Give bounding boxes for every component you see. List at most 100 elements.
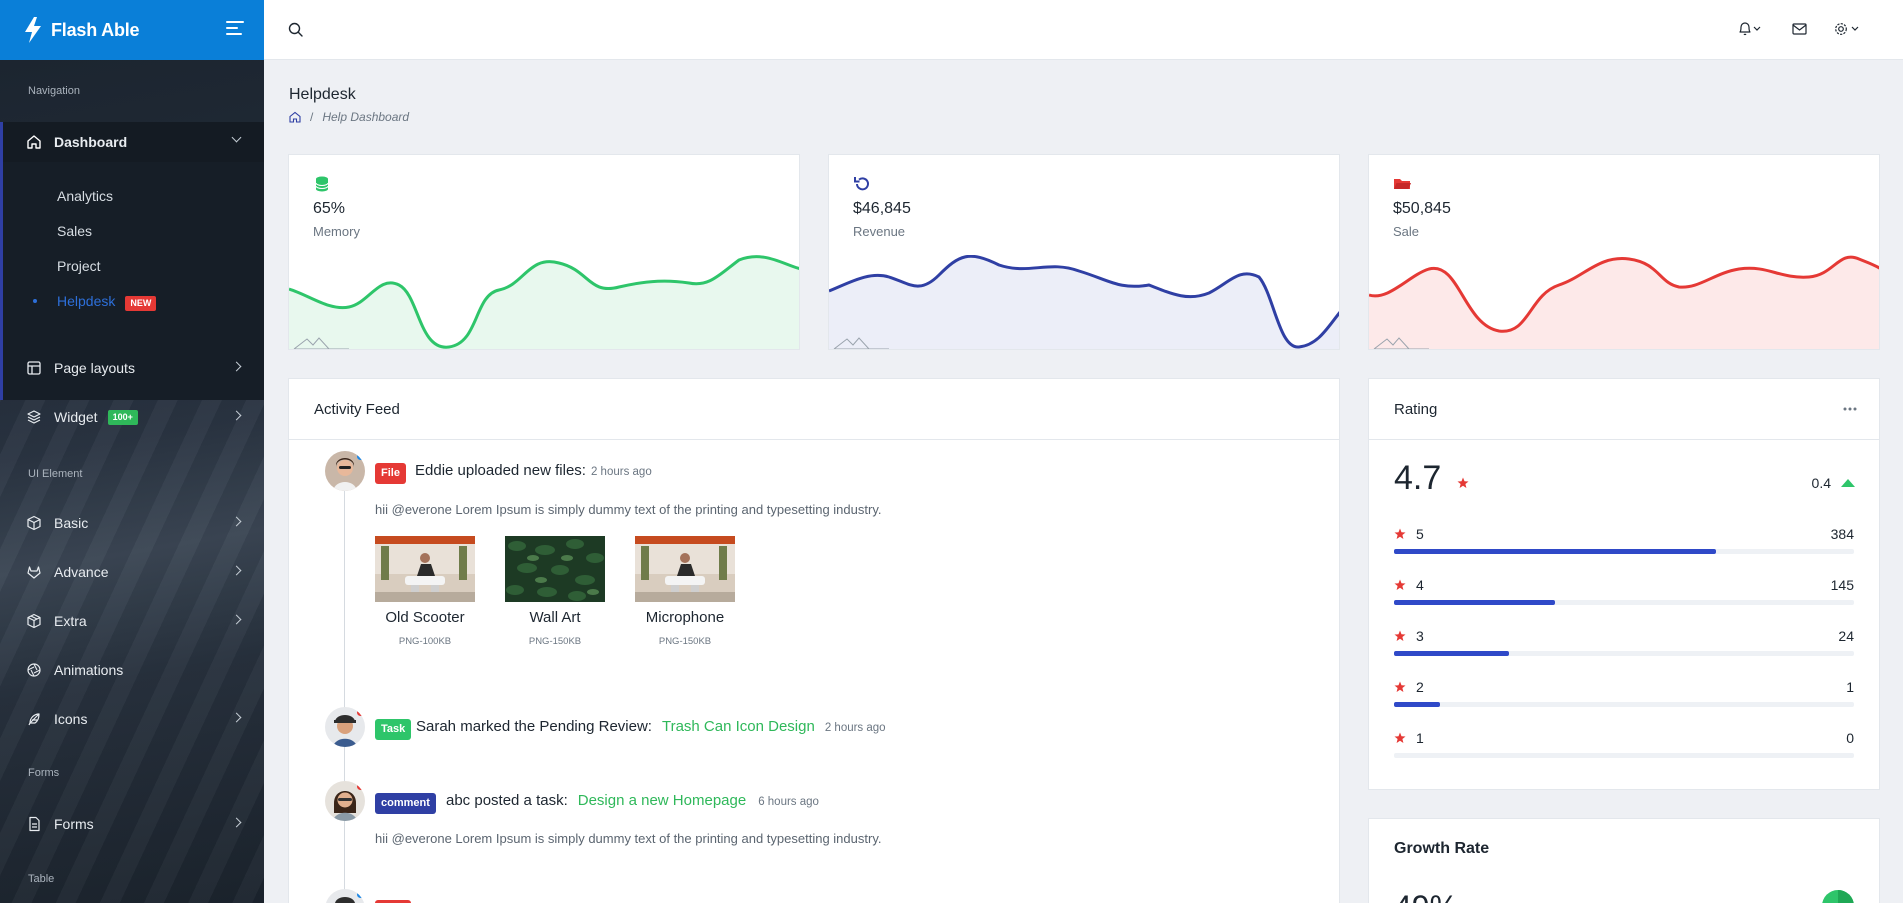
stat-label: Sale: [1393, 224, 1420, 239]
feed-entry-link[interactable]: Trash Can Icon Design: [662, 718, 815, 735]
submenu-item-sales[interactable]: Sales: [57, 223, 92, 239]
rating-bar-fill: [1394, 600, 1555, 605]
file-thumbnail-old-scooter[interactable]: [375, 536, 475, 602]
sidebar-item-label: Advance: [54, 564, 109, 580]
rating-score-value: 4.7: [1394, 459, 1442, 497]
brand-name: Flash Able: [51, 19, 140, 40]
sidebar-item-label: Widget: [54, 409, 98, 425]
feed-entry-body: hii @everone Lorem Ipsum is simply dummy…: [375, 831, 882, 846]
chevron-right-icon: [231, 410, 242, 421]
star-icon: [1394, 579, 1406, 590]
folder-icon: [1394, 179, 1411, 189]
bell-icon[interactable]: [1737, 20, 1765, 38]
chevron-right-icon: [231, 361, 242, 372]
chevron-right-icon: [231, 516, 242, 527]
sidebar-item-dashboard[interactable]: Dashboard: [0, 122, 264, 162]
card-title: Rating: [1369, 379, 1879, 440]
home-icon[interactable]: [289, 111, 301, 123]
rating-count: 145: [1830, 577, 1854, 593]
submenu-item-analytics[interactable]: Analytics: [57, 188, 113, 204]
sidebar-item-label: Page layouts: [54, 360, 135, 376]
feather-icon: [28, 713, 40, 726]
rating-bar-track: [1394, 600, 1854, 605]
star-icon: [1457, 477, 1469, 488]
layout-icon: [27, 361, 41, 375]
stat-value: $46,845: [853, 200, 911, 217]
sidebar-item-widget[interactable]: Widget 100+: [0, 397, 264, 437]
layers-icon: [27, 410, 41, 424]
rating-change: 0.4: [1812, 475, 1855, 491]
sidebar-item-advance[interactable]: Advance: [0, 552, 264, 592]
file-thumbnail-microphone[interactable]: [635, 536, 735, 602]
file-name: Microphone: [645, 609, 725, 626]
sidebar-item-page-layouts[interactable]: Page layouts: [0, 348, 264, 388]
card-title: Growth Rate: [1394, 840, 1490, 857]
more-horizontal-icon[interactable]: [1843, 406, 1857, 412]
sidebar-item-label: Basic: [54, 515, 89, 531]
nav-caption-forms: Forms: [28, 767, 60, 779]
active-dot-icon: [33, 299, 37, 303]
sale-sparkline: [1369, 255, 1879, 349]
nav-caption-table: Table: [28, 873, 55, 885]
submenu-item-helpdesk[interactable]: Helpdesk NEW: [57, 293, 157, 311]
feed-entry-message: Sarah marked the Pending Review:: [416, 718, 652, 735]
lightning-logo-icon: [25, 17, 41, 43]
feed-entry-text: abc posted a task: Design a new Homepage 6…: [446, 792, 819, 809]
submenu-item-project[interactable]: Project: [57, 258, 101, 274]
count-badge: 100+: [107, 409, 138, 425]
avatar[interactable]: [325, 451, 365, 491]
rating-stars: 1: [1416, 730, 1424, 746]
rating-bar-track: [1394, 753, 1854, 758]
rating-stars: 3: [1416, 628, 1424, 644]
star-icon: [1394, 528, 1406, 539]
avatar[interactable]: [325, 707, 365, 747]
stat-card-revenue: $46,845 Revenue: [828, 154, 1340, 350]
nav-caption-ui-element: UI Element: [28, 468, 83, 480]
feed-entry-message: abc posted a task:: [446, 792, 568, 809]
sidebar-item-label: Extra: [54, 613, 87, 629]
breadcrumb-current[interactable]: Help Dashboard: [322, 110, 409, 124]
sidebar-item-basic[interactable]: Basic: [0, 503, 264, 543]
chevron-right-icon: [231, 565, 242, 576]
search-icon[interactable]: [287, 21, 305, 39]
mail-icon[interactable]: [1791, 20, 1809, 38]
star-icon: [1394, 732, 1406, 743]
sidebar-item-extra[interactable]: Extra: [0, 601, 264, 641]
page-title: Helpdesk: [289, 86, 356, 103]
sidebar-item-label: Forms: [54, 816, 94, 832]
sidebar-item-label: Animations: [54, 662, 124, 678]
rating-stars: 2: [1416, 679, 1424, 695]
file-size: PNG-100KB: [398, 636, 452, 647]
feed-entry-body: hii @everone Lorem Ipsum is simply dummy…: [375, 502, 882, 517]
rating-stars: 5: [1416, 526, 1424, 542]
database-icon: [315, 176, 329, 192]
rating-bar-fill: [1394, 549, 1716, 554]
chevron-right-icon: [231, 712, 242, 723]
rating-card: Rating 4.7 0.4 5 384 4 145 3 24 2 1 1 0: [1368, 378, 1880, 790]
sidebar-item-animations[interactable]: Animations: [0, 650, 264, 690]
status-dot: [357, 709, 364, 716]
timeline-line: [344, 465, 345, 903]
sidebar-item-forms[interactable]: Forms: [0, 804, 264, 844]
growth-value: 49%: [1394, 889, 1458, 903]
star-icon: [1394, 630, 1406, 641]
avatar[interactable]: [325, 781, 365, 821]
stat-label: Revenue: [853, 224, 906, 239]
rating-count: 1: [1846, 679, 1854, 695]
menu-toggle-icon[interactable]: [226, 21, 244, 37]
sidebar-item-icons[interactable]: Icons: [0, 699, 264, 739]
settings-icon[interactable]: [1833, 20, 1863, 38]
nav-caption-navigation: Navigation: [28, 85, 80, 97]
file-thumbnail-wall-art[interactable]: [505, 536, 605, 602]
feed-entry-message: Eddie uploaded new files:: [415, 462, 586, 479]
aperture-icon: [27, 663, 41, 677]
feed-entry-time: 2 hours ago: [590, 466, 652, 478]
star-icon: [1394, 681, 1406, 692]
feed-entry-link[interactable]: Design a new Homepage: [578, 792, 746, 809]
rating-count: 0: [1846, 730, 1854, 746]
status-dot: [357, 783, 364, 790]
stat-card-memory: 65% Memory: [288, 154, 800, 350]
breadcrumb: / Help Dashboard: [289, 110, 409, 124]
rating-bar-track: [1394, 702, 1854, 707]
feed-entry-text: Eddie uploaded new files: 2 hours ago: [415, 462, 652, 479]
